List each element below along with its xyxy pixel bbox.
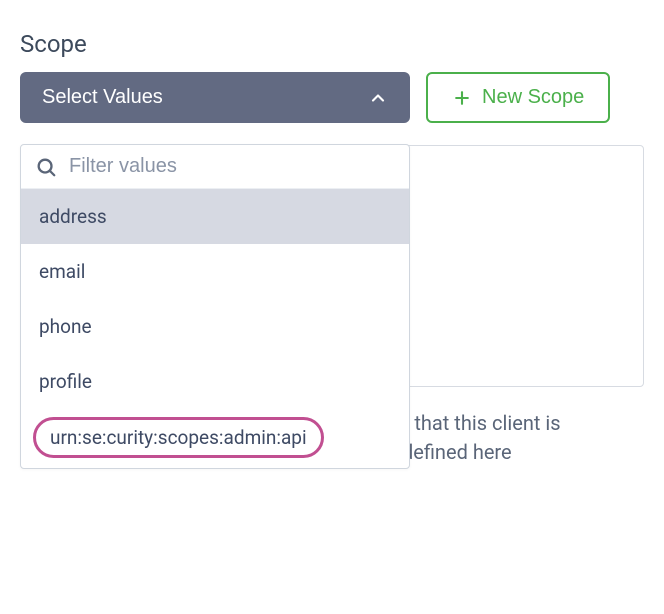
- chevron-up-icon: [368, 88, 388, 108]
- select-values-label: Select Values: [42, 86, 163, 109]
- option-address[interactable]: address: [21, 189, 409, 244]
- option-profile[interactable]: profile: [21, 354, 409, 409]
- option-admin-api[interactable]: urn:se:curity:scopes:admin:api: [33, 417, 324, 458]
- new-scope-button[interactable]: New Scope: [426, 72, 610, 123]
- select-values-trigger[interactable]: Select Values: [20, 72, 410, 123]
- dropdown-panel: address email phone profile urn:se:curit…: [20, 144, 410, 469]
- controls-row: Select Values New Scope: [20, 72, 644, 123]
- filter-row: [21, 145, 409, 189]
- filter-input[interactable]: [69, 155, 395, 178]
- plus-icon: [452, 88, 472, 108]
- search-icon: [35, 156, 57, 178]
- new-scope-label: New Scope: [482, 86, 584, 109]
- option-phone[interactable]: phone: [21, 299, 409, 354]
- field-label: Scope: [20, 30, 644, 58]
- option-email[interactable]: email: [21, 244, 409, 299]
